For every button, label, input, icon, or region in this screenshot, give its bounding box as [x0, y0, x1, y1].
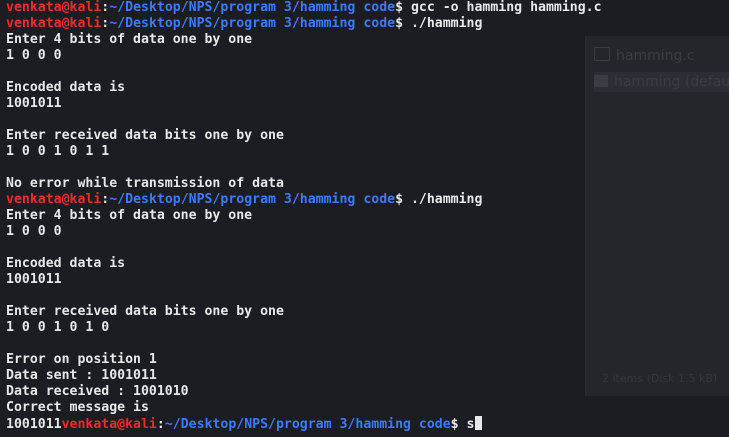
prompt-host: kali	[69, 192, 102, 207]
output-line: Encoded data is	[6, 80, 126, 95]
prompt-at: @	[61, 192, 70, 207]
prompt-dollar: $	[395, 192, 404, 207]
prompt-colon: :	[156, 417, 165, 432]
prompt-at: @	[117, 417, 126, 432]
prompt-host: kali	[125, 417, 157, 432]
prompt-user: venkata	[6, 0, 62, 15]
output-line: 1001011	[6, 272, 62, 287]
output-line: 1001011	[6, 96, 62, 111]
command-text: ./hamming	[403, 192, 483, 207]
prompt-user: venkata	[61, 417, 118, 432]
output-line: Error on position 1	[6, 352, 157, 367]
prompt-line: venkata@kali:~/Desktop/NPS/program 3/ham…	[6, 0, 729, 16]
prompt-path: ~/Desktop/NPS/program 3/hamming code	[109, 192, 396, 207]
prompt-host: kali	[69, 0, 102, 15]
prompt-user: venkata	[6, 192, 62, 207]
output-line: 1 0 0 0	[6, 48, 62, 63]
prompt-at: @	[61, 0, 70, 15]
prompt-line: venkata@kali:~/Desktop/NPS/program 3/ham…	[6, 192, 729, 208]
prompt-path: ~/Desktop/NPS/program 3/hamming code	[109, 16, 396, 31]
prompt-dollar: $	[395, 0, 404, 15]
command-text: s	[458, 417, 475, 432]
prompt-path: ~/Desktop/NPS/program 3/hamming code	[109, 0, 396, 15]
output-line: 1 0 0 1 0 1 1	[6, 144, 110, 159]
output-line: 1 0 0 0	[6, 224, 62, 239]
output-text: 1001011	[6, 417, 62, 432]
output-line: Data received : 1001010	[6, 384, 189, 399]
command-text: gcc -o hamming hamming.c	[403, 0, 602, 15]
output-line: Enter 4 bits of data one by one	[6, 208, 253, 223]
prompt-dollar: $	[395, 16, 404, 31]
prompt-dollar: $	[450, 417, 459, 432]
terminal-output[interactable]: venkata@kali:~/Desktop/NPS/program 3/ham…	[0, 0, 729, 437]
output-line: 1 0 0 1 0 1 0	[6, 320, 110, 335]
prompt-line: 1001011venkata@kali:~/Desktop/NPS/progra…	[6, 416, 729, 432]
output-line: Enter received data bits one by one	[6, 304, 284, 319]
output-line: Correct message is	[6, 400, 149, 415]
output-line: No error while transmission of data	[6, 176, 284, 191]
output-line: Encoded data is	[6, 256, 126, 271]
prompt-path: ~/Desktop/NPS/program 3/hamming code	[164, 417, 451, 432]
prompt-user: venkata	[6, 16, 62, 31]
prompt-host: kali	[69, 16, 102, 31]
prompt-line: venkata@kali:~/Desktop/NPS/program 3/ham…	[6, 16, 729, 32]
text-cursor	[474, 416, 482, 430]
prompt-at: @	[61, 16, 70, 31]
output-line: Enter 4 bits of data one by one	[6, 32, 253, 47]
output-line: Enter received data bits one by one	[6, 128, 284, 143]
command-text: ./hamming	[403, 16, 483, 31]
output-line: Data sent : 1001011	[6, 368, 157, 383]
